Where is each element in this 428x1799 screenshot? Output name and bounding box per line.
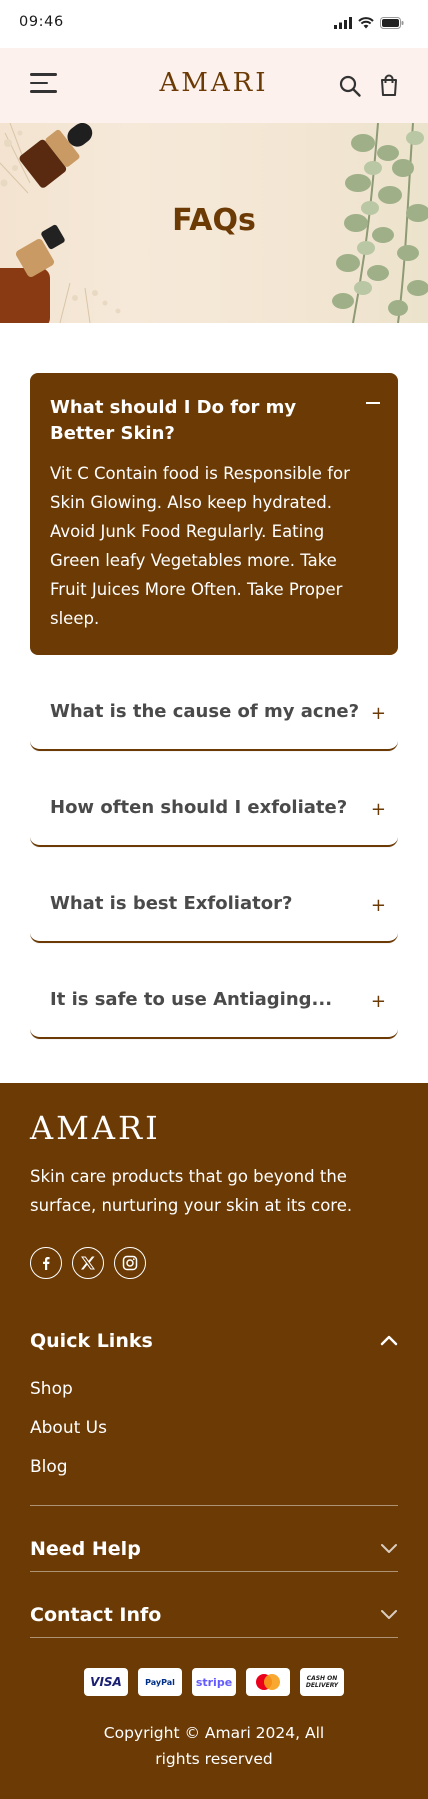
faq-item[interactable]: How often should I exfoliate? +: [30, 775, 398, 847]
search-icon: [339, 75, 361, 97]
faq-item[interactable]: What is the cause of my acne? +: [30, 679, 398, 751]
faq-question[interactable]: What should I Do for my Better Skin?: [50, 395, 320, 447]
site-header: AMARI: [0, 48, 428, 123]
social-links: [30, 1247, 146, 1279]
mastercard-logo: [256, 1674, 280, 1690]
expand-icon[interactable]: +: [371, 895, 386, 916]
faq-question[interactable]: It is safe to use Antiaging...: [50, 989, 332, 1010]
status-time: 09:46: [19, 14, 64, 30]
divider: [30, 1505, 398, 1506]
faq-item-expanded[interactable]: What should I Do for my Better Skin? Vit…: [30, 373, 398, 655]
footer-logo[interactable]: AMARI: [30, 1109, 161, 1147]
hero-banner: FAQs: [0, 123, 428, 323]
status-bar: 09:46: [0, 0, 428, 48]
cash-on-delivery-icon: CASH ON DELIVERY: [300, 1668, 344, 1696]
expand-icon[interactable]: +: [371, 799, 386, 820]
divider: [30, 1637, 398, 1638]
cart-button[interactable]: [377, 73, 401, 97]
eucalyptus-image: [332, 123, 428, 323]
expand-icon[interactable]: +: [371, 991, 386, 1012]
footer-description: Skin care products that go beyond the su…: [30, 1167, 353, 1215]
status-icons: [334, 17, 404, 29]
quick-links-header[interactable]: Quick Links: [30, 1330, 398, 1352]
faq-item[interactable]: It is safe to use Antiaging... +: [30, 967, 398, 1039]
need-help-title: Need Help: [30, 1538, 141, 1560]
payment-methods: VISA PayPal stripe CASH ON DELIVERY: [0, 1668, 428, 1696]
faq-question[interactable]: How often should I exfoliate?: [50, 797, 347, 818]
copyright: Copyright © Amari 2024, All rights reser…: [0, 1720, 428, 1772]
faq-answer: Vit C Contain food is Responsible for Sk…: [50, 464, 350, 628]
instagram-icon: [122, 1255, 138, 1271]
facebook-icon: [43, 1257, 50, 1270]
faq-question[interactable]: What is best Exfoliator?: [50, 893, 292, 914]
contact-info-header[interactable]: Contact Info: [30, 1604, 398, 1626]
faq-item[interactable]: What is best Exfoliator? +: [30, 871, 398, 943]
collapse-icon[interactable]: [366, 402, 380, 404]
site-footer: AMARI Skin care products that go beyond …: [0, 1083, 428, 1799]
brand-logo[interactable]: AMARI: [0, 68, 428, 98]
chevron-down-icon[interactable]: [380, 1608, 398, 1620]
paypal-icon: PayPal: [138, 1668, 182, 1696]
shopping-bag-icon: [381, 74, 397, 96]
copyright-line: rights reserved: [155, 1750, 273, 1768]
footer-link-blog[interactable]: Blog: [30, 1457, 68, 1477]
mastercard-icon: [246, 1668, 290, 1696]
faq-list: What should I Do for my Better Skin? Vit…: [0, 323, 428, 1089]
instagram-link[interactable]: [114, 1247, 146, 1279]
signal-icon: [334, 17, 352, 29]
chevron-up-icon[interactable]: [380, 1334, 398, 1346]
facebook-link[interactable]: [30, 1247, 62, 1279]
need-help-header[interactable]: Need Help: [30, 1538, 398, 1560]
x-icon: [81, 1256, 95, 1270]
copyright-line: Copyright © Amari 2024, All: [103, 1724, 325, 1742]
stripe-icon: stripe: [192, 1668, 236, 1696]
expand-icon[interactable]: +: [371, 703, 386, 724]
visa-icon: VISA: [84, 1668, 128, 1696]
quick-links-title: Quick Links: [30, 1330, 153, 1352]
footer-link-about-us[interactable]: About Us: [30, 1418, 107, 1438]
battery-icon: [380, 17, 404, 29]
wifi-icon: [358, 17, 374, 29]
search-button[interactable]: [338, 74, 362, 98]
faq-question[interactable]: What is the cause of my acne?: [50, 701, 359, 722]
divider: [30, 1571, 398, 1572]
contact-info-title: Contact Info: [30, 1604, 162, 1626]
footer-link-shop[interactable]: Shop: [30, 1379, 73, 1399]
x-link[interactable]: [72, 1247, 104, 1279]
chevron-down-icon[interactable]: [380, 1542, 398, 1554]
